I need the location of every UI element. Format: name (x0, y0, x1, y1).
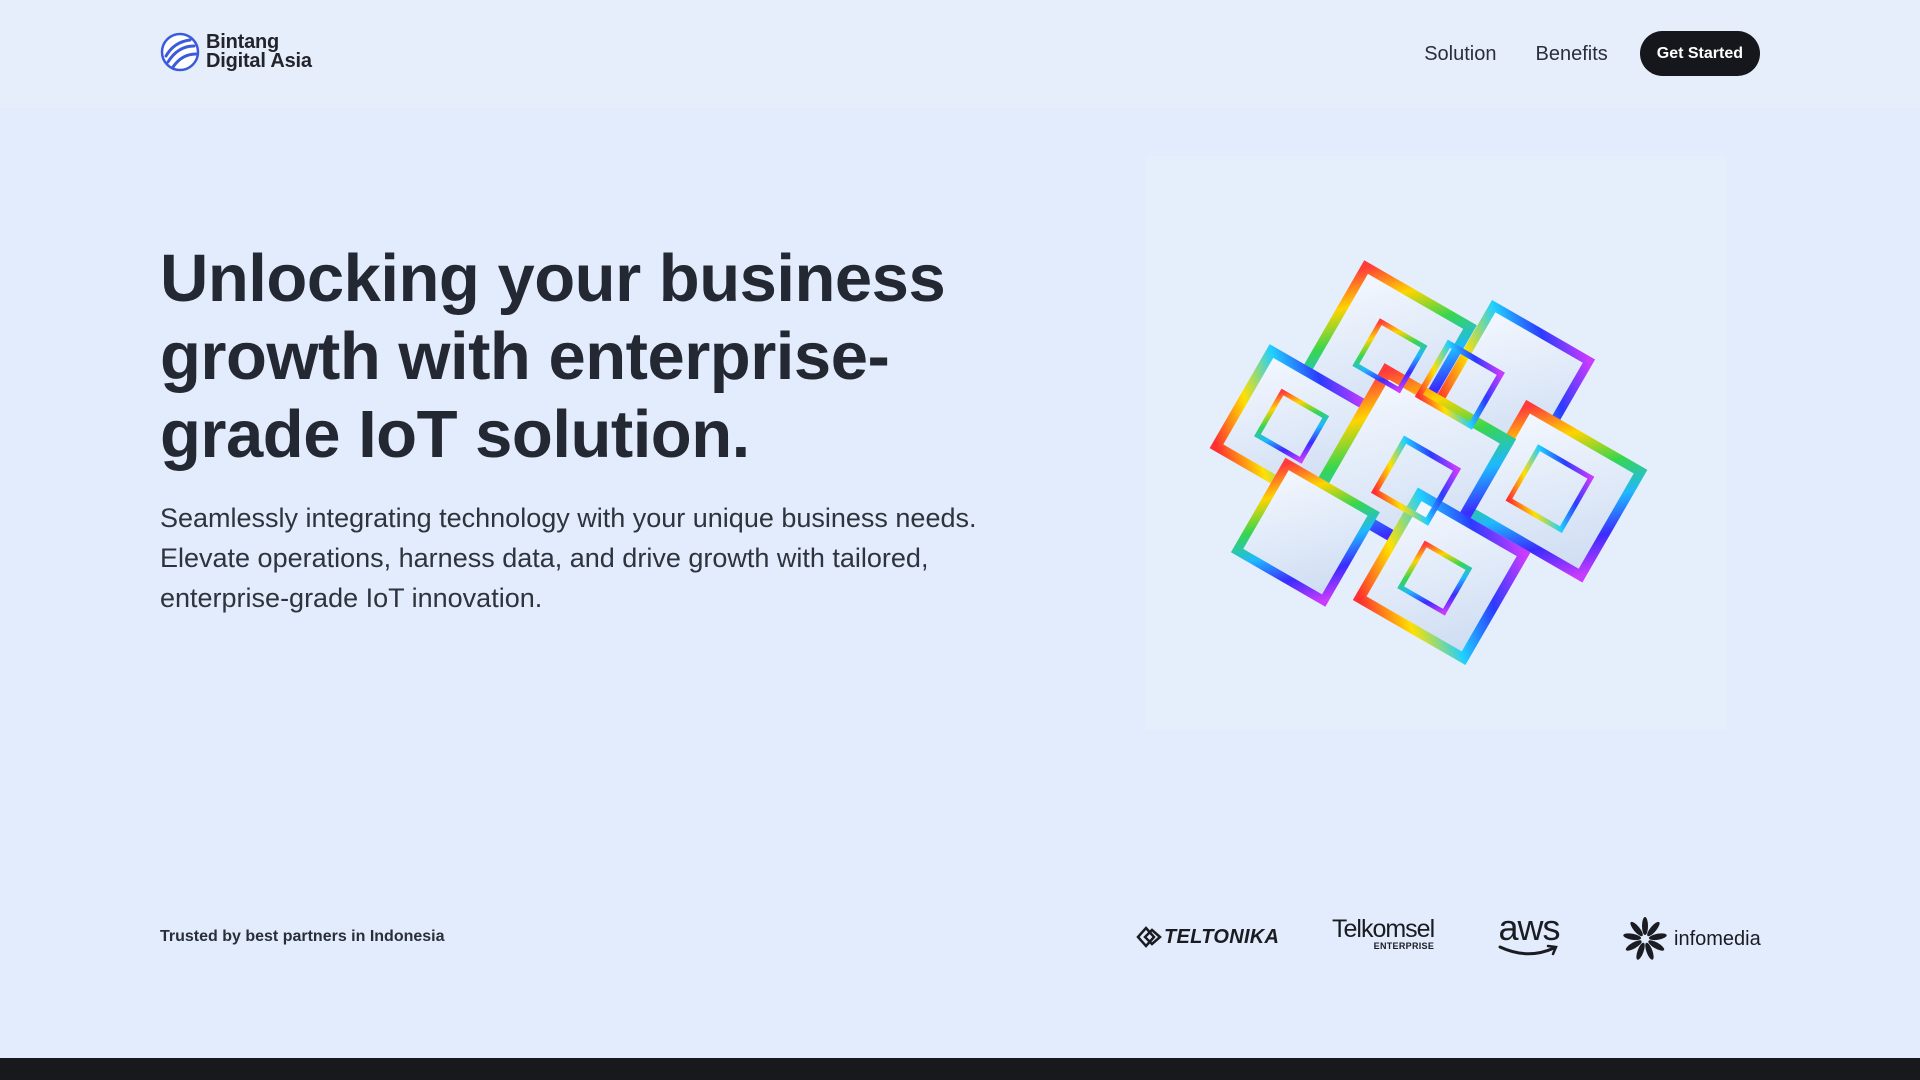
hero-illustration (1146, 156, 1726, 730)
telkomsel-sub: ENTERPRISE (1373, 941, 1435, 951)
partner-logos: TELTONIKA Telkomsel ENTERPRISE aws infom… (1136, 907, 1761, 964)
nav-solution[interactable]: Solution (1424, 32, 1496, 76)
top-navigation: Bintang Digital Asia Solution Benefits G… (0, 0, 1920, 108)
globe-logo-icon (160, 32, 200, 72)
main-nav: Solution Benefits Get Started (1424, 31, 1760, 76)
telkomsel-name: Telkomsel (1332, 915, 1435, 943)
aws-smile-icon (1498, 944, 1558, 956)
teltonika-logo: TELTONIKA (1136, 924, 1279, 950)
get-started-button[interactable]: Get Started (1639, 31, 1760, 76)
iridescent-cube-cluster-icon (1209, 260, 1648, 666)
infomedia-name: infomedia (1674, 928, 1761, 950)
aws-name: aws (1498, 907, 1560, 948)
infomedia-logo: infomedia (1622, 916, 1761, 962)
telkomsel-logo: Telkomsel ENTERPRISE (1332, 915, 1435, 951)
hero-subtitle: Seamlessly integrating technology with y… (160, 503, 977, 613)
brand-name: Bintang Digital Asia (206, 32, 312, 72)
infomedia-flower-icon (1623, 917, 1667, 960)
brand-line-2: Digital Asia (206, 50, 312, 72)
teltonika-mark-icon (1136, 926, 1162, 948)
nav-benefits[interactable]: Benefits (1535, 32, 1607, 76)
hero-title: Unlocking your business growth with ente… (160, 241, 946, 472)
brand-logo[interactable]: Bintang Digital Asia (160, 32, 312, 72)
partners-label: Trusted by best partners in Indonesia (160, 928, 445, 945)
footer-strip (0, 1058, 1920, 1080)
aws-logo: aws (1498, 907, 1561, 958)
teltonika-name: TELTONIKA (1164, 925, 1280, 948)
